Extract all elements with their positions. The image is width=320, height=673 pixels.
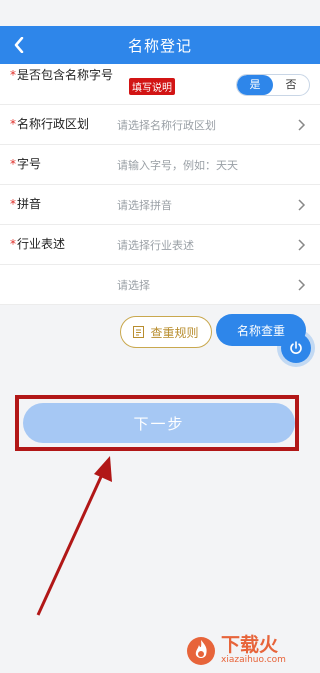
form-row-extra[interactable]: 请选择 <box>0 265 320 305</box>
field-label: *是否包含名称字号 <box>10 68 114 82</box>
form-row-include-name: *是否包含名称字号 填写说明 是 否 <box>0 64 320 105</box>
back-button[interactable] <box>6 26 32 64</box>
floating-action-button[interactable] <box>281 333 311 363</box>
document-icon <box>133 326 145 338</box>
form-row-pinyin[interactable]: *拼音 请选择拼音 <box>0 185 320 225</box>
power-icon <box>290 341 302 354</box>
chevron-right-icon <box>298 238 306 251</box>
status-bar <box>0 0 320 26</box>
duplicate-rules-button[interactable]: 查重规则 <box>120 316 212 348</box>
registration-form: *是否包含名称字号 填写说明 是 否 *名称行政区划 请选择名称行政区划 *字号… <box>0 64 320 305</box>
flame-logo-icon <box>187 637 215 665</box>
chevron-left-icon <box>14 37 24 53</box>
watermark: 下载火 xiazaihuo.com <box>185 630 315 670</box>
pinyin-select[interactable]: 请选择拼音 <box>117 197 172 213</box>
watermark-title: 下载火 <box>221 634 279 656</box>
page-title: 名称登记 <box>127 36 192 55</box>
fill-instructions-tag[interactable]: 填写说明 <box>129 78 175 95</box>
next-step-button[interactable]: 下一步 <box>23 403 295 443</box>
nav-bar: 名称登记 <box>0 26 320 64</box>
industry-select[interactable]: 请选择行业表述 <box>117 237 194 253</box>
extra-select[interactable]: 请选择 <box>117 277 150 293</box>
watermark-url: xiazaihuo.com <box>221 655 286 665</box>
form-row-industry[interactable]: *行业表述 请选择行业表述 <box>0 225 320 265</box>
chevron-right-icon <box>298 118 306 131</box>
yes-no-toggle[interactable]: 是 否 <box>236 74 310 96</box>
toggle-yes[interactable]: 是 <box>237 75 273 95</box>
field-label: *行业表述 <box>10 237 66 251</box>
name-input[interactable]: 请输入字号，例如：天天 <box>117 157 238 173</box>
field-label: *拼音 <box>10 197 42 211</box>
toggle-no[interactable]: 否 <box>273 75 309 95</box>
field-label: *字号 <box>10 157 42 171</box>
field-label: *名称行政区划 <box>10 117 90 131</box>
duplicate-rules-label: 查重规则 <box>150 325 199 340</box>
form-row-region[interactable]: *名称行政区划 请选择名称行政区划 <box>0 105 320 145</box>
chevron-right-icon <box>298 278 306 291</box>
chevron-right-icon <box>298 198 306 211</box>
region-select[interactable]: 请选择名称行政区划 <box>117 117 216 133</box>
form-row-name[interactable]: *字号 请输入字号，例如：天天 <box>0 145 320 185</box>
